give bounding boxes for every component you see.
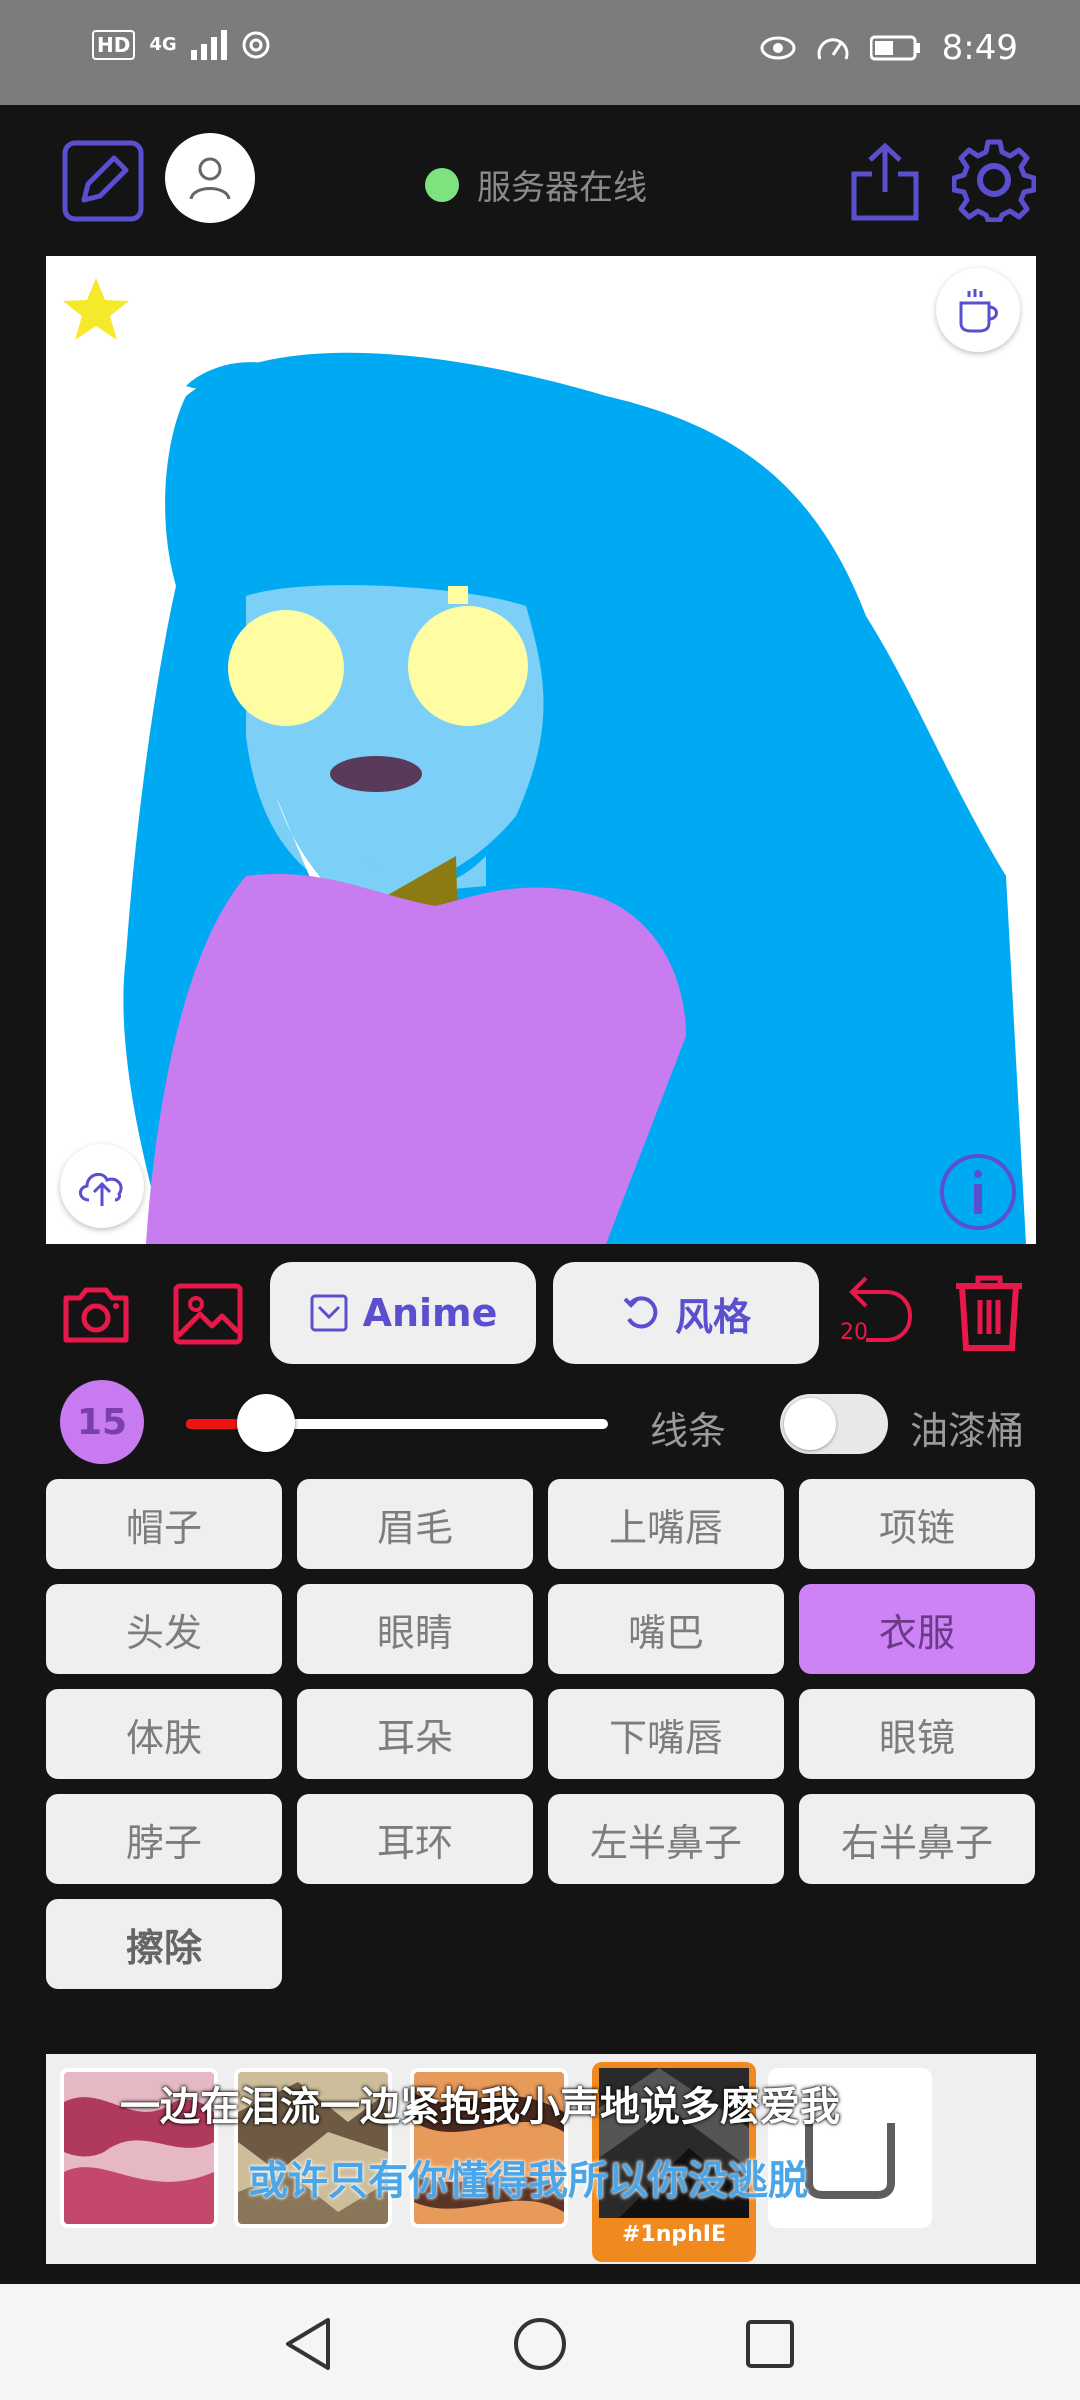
camera-icon[interactable] bbox=[60, 1278, 132, 1350]
part-button[interactable]: 下嘴唇 bbox=[548, 1689, 784, 1779]
trash-icon[interactable] bbox=[952, 1272, 1026, 1352]
part-button[interactable]: 右半鼻子 bbox=[799, 1794, 1035, 1884]
part-button[interactable]: 眼睛 bbox=[297, 1584, 533, 1674]
anime-button[interactable]: Anime bbox=[270, 1262, 536, 1364]
edit-icon[interactable] bbox=[62, 140, 144, 222]
anime-label: Anime bbox=[362, 1291, 498, 1335]
part-button[interactable]: 嘴巴 bbox=[548, 1584, 784, 1674]
drawing bbox=[123, 352, 1027, 1244]
part-button[interactable]: 眉毛 bbox=[297, 1479, 533, 1569]
part-button[interactable]: 脖子 bbox=[46, 1794, 282, 1884]
speedometer-icon bbox=[817, 38, 849, 60]
style-button[interactable]: 风格 bbox=[553, 1262, 819, 1364]
favorite-star-icon[interactable] bbox=[60, 274, 132, 346]
hd-badge: HD bbox=[92, 30, 136, 60]
coffee-button[interactable] bbox=[936, 268, 1020, 352]
gallery-image-icon[interactable] bbox=[172, 1278, 244, 1350]
coffee-cup-icon bbox=[959, 289, 998, 333]
toggle-knob bbox=[784, 1398, 836, 1450]
part-button[interactable]: 体肤 bbox=[46, 1689, 282, 1779]
navigation-bar bbox=[0, 2284, 1080, 2400]
part-button-selected[interactable]: 衣服 bbox=[799, 1584, 1035, 1674]
part-button[interactable]: 头发 bbox=[46, 1584, 282, 1674]
status-bar: HD 4G 8:49 bbox=[0, 0, 1080, 105]
paint-bucket-toggle[interactable] bbox=[780, 1394, 888, 1454]
lyric-overlay-line1: 一边在泪流一边紧抱我小声地说多麽爱我 bbox=[120, 2084, 840, 2130]
signal-icon bbox=[190, 30, 227, 60]
refresh-icon bbox=[623, 1296, 658, 1329]
drawing-canvas[interactable] bbox=[46, 256, 1036, 1244]
server-status: 服务器在线 bbox=[425, 160, 647, 209]
part-button[interactable]: 帽子 bbox=[46, 1479, 282, 1569]
part-button[interactable]: 耳环 bbox=[297, 1794, 533, 1884]
cloud-upload-icon bbox=[79, 1172, 123, 1206]
server-status-dot bbox=[425, 167, 459, 202]
undo-count: 20 bbox=[840, 1320, 868, 1345]
status-right: 8:49 bbox=[760, 28, 1018, 68]
server-status-text: 服务器在线 bbox=[477, 168, 647, 208]
info-icon[interactable] bbox=[938, 1152, 1018, 1232]
selected-style-tag: #1nphIE bbox=[621, 2222, 727, 2247]
paint-bucket-label: 油漆桶 bbox=[910, 1409, 1025, 1453]
brush-size-badge: 15 bbox=[60, 1380, 144, 1464]
part-button[interactable]: 耳朵 bbox=[297, 1689, 533, 1779]
upload-button[interactable] bbox=[60, 1144, 144, 1228]
status-left: HD 4G bbox=[92, 30, 271, 60]
network-label: 4G bbox=[149, 34, 177, 55]
recents-icon[interactable] bbox=[740, 2314, 800, 2374]
lyric-overlay-line2: 或许只有你懂得我所以你没逃脱 bbox=[248, 2158, 808, 2204]
settings-gear-icon[interactable] bbox=[952, 138, 1036, 222]
user-icon bbox=[189, 157, 231, 200]
style-label: 风格 bbox=[674, 1294, 751, 1339]
slider-thumb[interactable] bbox=[237, 1394, 296, 1452]
clock: 8:49 bbox=[941, 28, 1018, 68]
part-button[interactable]: 上嘴唇 bbox=[548, 1479, 784, 1569]
part-button[interactable]: 左半鼻子 bbox=[548, 1794, 784, 1884]
user-avatar-button[interactable] bbox=[165, 133, 255, 223]
part-button[interactable]: 眼镜 bbox=[799, 1689, 1035, 1779]
battery-icon bbox=[869, 35, 920, 61]
part-button[interactable]: 项链 bbox=[799, 1479, 1035, 1569]
share-icon[interactable] bbox=[848, 140, 922, 222]
home-icon[interactable] bbox=[510, 2314, 570, 2374]
line-mode-label: 线条 bbox=[650, 1409, 727, 1453]
erase-button[interactable]: 擦除 bbox=[46, 1899, 282, 1989]
mail-box-icon bbox=[310, 1294, 348, 1332]
back-icon[interactable] bbox=[278, 2314, 338, 2374]
eye-icon bbox=[760, 36, 796, 60]
hotspot-icon bbox=[242, 31, 270, 59]
